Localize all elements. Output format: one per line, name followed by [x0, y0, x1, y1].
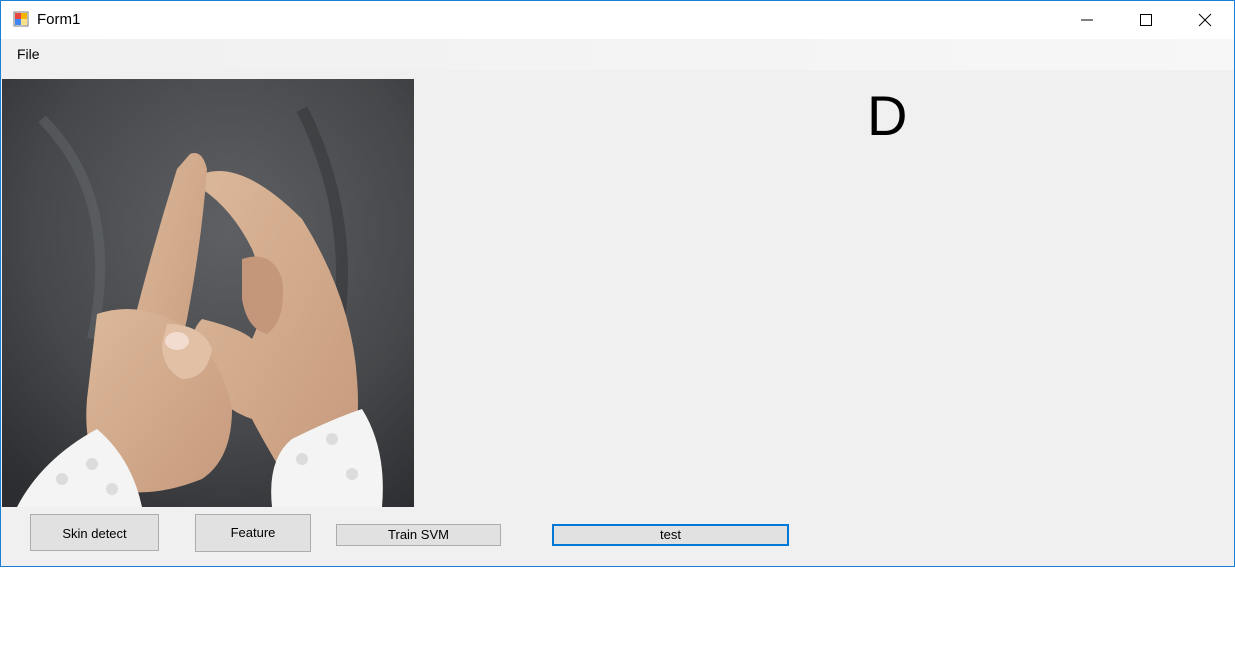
hand-image — [2, 79, 414, 507]
app-window: Form1 File D Skin detect Feature Train S… — [0, 0, 1235, 567]
maximize-button[interactable] — [1117, 1, 1175, 39]
minimize-button[interactable] — [1058, 1, 1116, 39]
window-title: Form1 — [37, 11, 81, 28]
skin-detect-button[interactable]: Skin detect — [30, 514, 159, 551]
menu-file[interactable]: File — [11, 44, 46, 64]
test-button[interactable]: test — [552, 524, 789, 546]
train-svm-button[interactable]: Train SVM — [336, 524, 501, 546]
close-icon — [1198, 13, 1212, 27]
minimize-icon — [1081, 19, 1093, 21]
close-button[interactable] — [1176, 1, 1234, 39]
recognized-letter: D — [867, 84, 908, 147]
hand-sign-picture — [2, 79, 414, 507]
title-bar[interactable]: Form1 — [1, 1, 1234, 39]
maximize-icon — [1140, 14, 1152, 26]
app-icon — [13, 11, 29, 27]
feature-button[interactable]: Feature — [195, 514, 311, 552]
menu-bar: File — [1, 39, 1234, 70]
